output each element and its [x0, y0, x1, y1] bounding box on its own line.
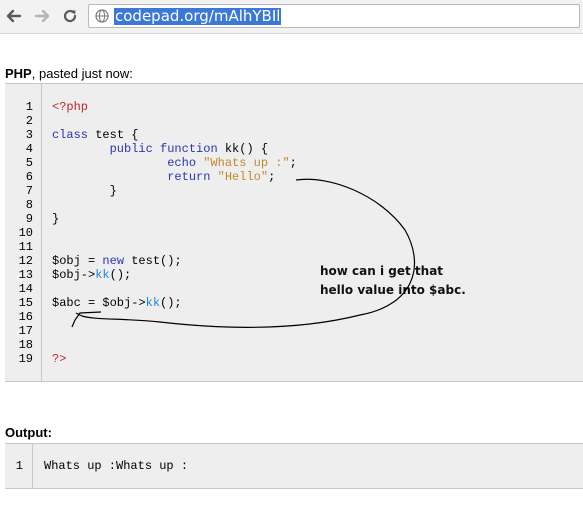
code-token: ?> [52, 352, 67, 366]
forward-button[interactable] [32, 6, 52, 26]
line-number: 10 [18, 226, 33, 240]
line-number: 1 [15, 459, 23, 473]
back-button[interactable] [4, 6, 24, 26]
code-token: function [160, 142, 218, 156]
code-token: return [167, 170, 211, 184]
paste-language: PHP [5, 66, 32, 81]
code-token: test(); [124, 254, 182, 268]
forward-arrow-icon [34, 9, 50, 23]
code-token: kk [145, 296, 161, 310]
code-token: } [52, 184, 117, 198]
code-text: ?> [52, 352, 66, 366]
code-token: echo [167, 156, 197, 170]
code-token: "Whats up :" [203, 156, 290, 170]
output-title: Output: [5, 425, 52, 440]
line-number: 11 [18, 240, 33, 254]
code-text: } [52, 184, 117, 198]
paste-meta: , pasted just now: [31, 66, 133, 81]
line-number: 6 [25, 170, 33, 184]
globe-icon [95, 9, 109, 23]
code-text: $obj = new test(); [52, 254, 182, 268]
code-text: $abc = $obj->kk(); [52, 296, 182, 310]
line-number: 5 [25, 156, 33, 170]
code-token: "Hello" [217, 170, 269, 184]
line-number: 15 [18, 296, 33, 310]
output-box: 1 Whats up :Whats up : [5, 443, 583, 489]
code-text: <?php [52, 100, 88, 114]
line-number: 17 [18, 324, 33, 338]
code-token: $obj = [52, 254, 103, 268]
url-text[interactable]: codepad.org/mAlhYBIl [114, 8, 282, 25]
line-number: 4 [25, 142, 33, 156]
back-arrow-icon [6, 9, 22, 23]
code-token: kk [95, 268, 110, 282]
line-number: 12 [18, 254, 33, 268]
code-token: kk() { [217, 142, 269, 156]
line-number: 18 [18, 338, 33, 352]
annotation-line-2: hello value into $abc. [320, 283, 466, 297]
code-text: echo "Whats up :"; [52, 156, 297, 170]
output-header: Output: [5, 425, 52, 440]
annotation-line-1: how can i get that [320, 264, 444, 278]
line-number: 16 [18, 310, 33, 324]
code-text: return "Hello"; [52, 170, 275, 184]
paste-header: PHP, pasted just now: [5, 66, 133, 81]
code-text: public function kk() { [52, 142, 268, 156]
code-token: (); [109, 268, 132, 282]
code-box: 1 <?php 2 3 class test { 4 public function kk… [5, 83, 583, 382]
code-text: $obj->kk(); [52, 268, 131, 282]
line-number: 8 [25, 198, 33, 212]
output-text: Whats up :Whats up : [44, 459, 189, 473]
line-number: 2 [25, 114, 33, 128]
annotation-note: how can i get that hello value into $abc… [320, 262, 520, 300]
line-number: 9 [25, 212, 33, 226]
line-number: 3 [25, 128, 33, 142]
code-token: <?php [52, 100, 89, 114]
code-token: ; [289, 156, 297, 170]
address-bar[interactable]: codepad.org/mAlhYBIl [88, 4, 580, 28]
code-token: $obj-> [52, 268, 96, 282]
line-number: 7 [25, 184, 33, 198]
code-token: test { [88, 128, 139, 142]
line-number: 13 [18, 268, 33, 282]
code-token: ; [268, 170, 276, 184]
code-token: } [52, 212, 60, 226]
line-number: 19 [18, 352, 33, 366]
code-token: class [52, 128, 89, 142]
line-number: 1 [25, 100, 33, 114]
code-token: new [102, 254, 125, 268]
code-text: class test { [52, 128, 138, 142]
browser-toolbar: codepad.org/mAlhYBIl [0, 0, 583, 34]
reload-icon [63, 9, 77, 23]
code-text: } [52, 212, 59, 226]
code-token: $abc = $obj-> [52, 296, 146, 310]
code-token: public [109, 142, 153, 156]
reload-button[interactable] [60, 6, 80, 26]
line-number: 14 [18, 282, 33, 296]
code-token: (); [160, 296, 182, 310]
